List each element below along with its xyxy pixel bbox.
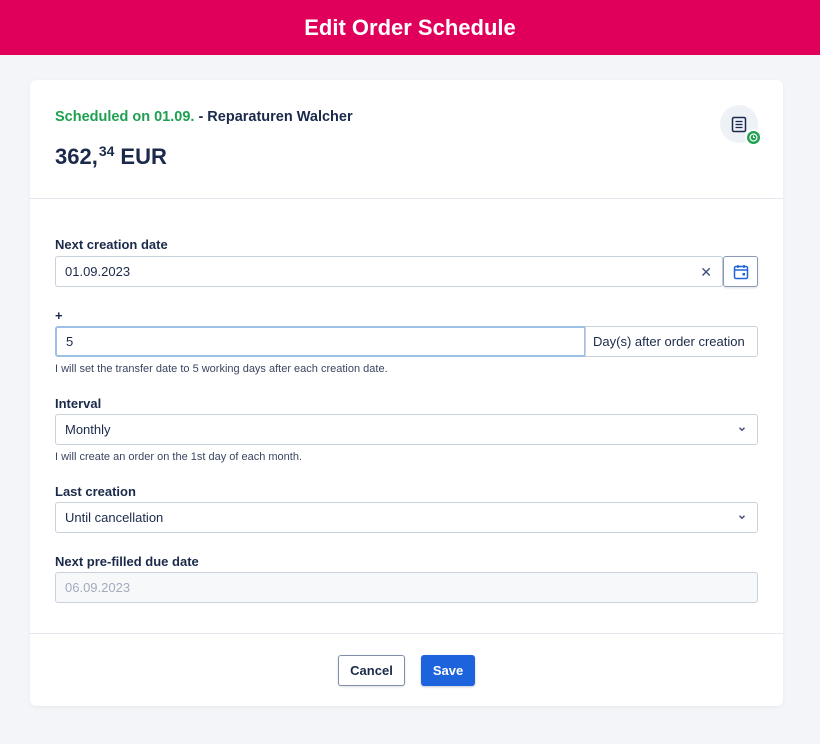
next-creation-date-input[interactable]: 01.09.2023 ✕ [55,256,723,287]
next-creation-date-label: Next creation date [55,237,168,252]
due-date-label: Next pre-filled due date [55,554,199,569]
last-creation-label: Last creation [55,484,136,499]
order-amount: 362,34 EUR [55,143,758,170]
interval-value: Monthly [65,422,111,437]
offset-label: + [55,308,63,323]
vendor-name: - Reparaturen Walcher [198,109,353,125]
due-date-input: 06.09.2023 [55,572,758,603]
offset-days-value: 5 [66,334,74,349]
clock-icon [745,129,762,146]
save-button[interactable]: Save [421,655,475,686]
chevron-down-icon [739,515,745,520]
last-creation-select[interactable]: Until cancellation [55,502,758,533]
interval-select[interactable]: Monthly [55,414,758,445]
offset-days-suffix: Day(s) after order creation [585,326,758,357]
order-summary: Scheduled on 01.09. - Reparaturen Walche… [30,80,783,199]
offset-hint: I will set the transfer date to 5 workin… [55,363,388,375]
document-icon [731,116,747,132]
chevron-down-icon [739,427,745,432]
amount-decimal: 34 [98,143,115,159]
schedule-card: Scheduled on 01.09. - Reparaturen Walche… [30,80,783,706]
calendar-button[interactable] [723,256,758,287]
offset-days-input[interactable]: 5 [55,326,586,357]
card-footer: Cancel Save [30,633,783,706]
scheduled-date-text: Scheduled on 01.09. [55,109,195,125]
page-header: Edit Order Schedule [0,0,820,55]
interval-hint: I will create an order on the 1st day of… [55,451,303,463]
amount-integer: 362, [55,144,98,169]
interval-label: Interval [55,396,102,411]
last-creation-value: Until cancellation [65,510,164,525]
scheduled-document-icon [720,105,762,146]
page-title: Edit Order Schedule [304,14,516,40]
calendar-icon [733,264,748,279]
clear-date-icon[interactable]: ✕ [700,264,712,281]
schedule-summary-line: Scheduled on 01.09. - Reparaturen Walche… [55,109,758,125]
amount-currency: EUR [120,144,167,169]
due-date-value: 06.09.2023 [65,580,131,595]
cancel-button[interactable]: Cancel [338,655,405,686]
next-creation-date-value: 01.09.2023 [65,264,131,279]
